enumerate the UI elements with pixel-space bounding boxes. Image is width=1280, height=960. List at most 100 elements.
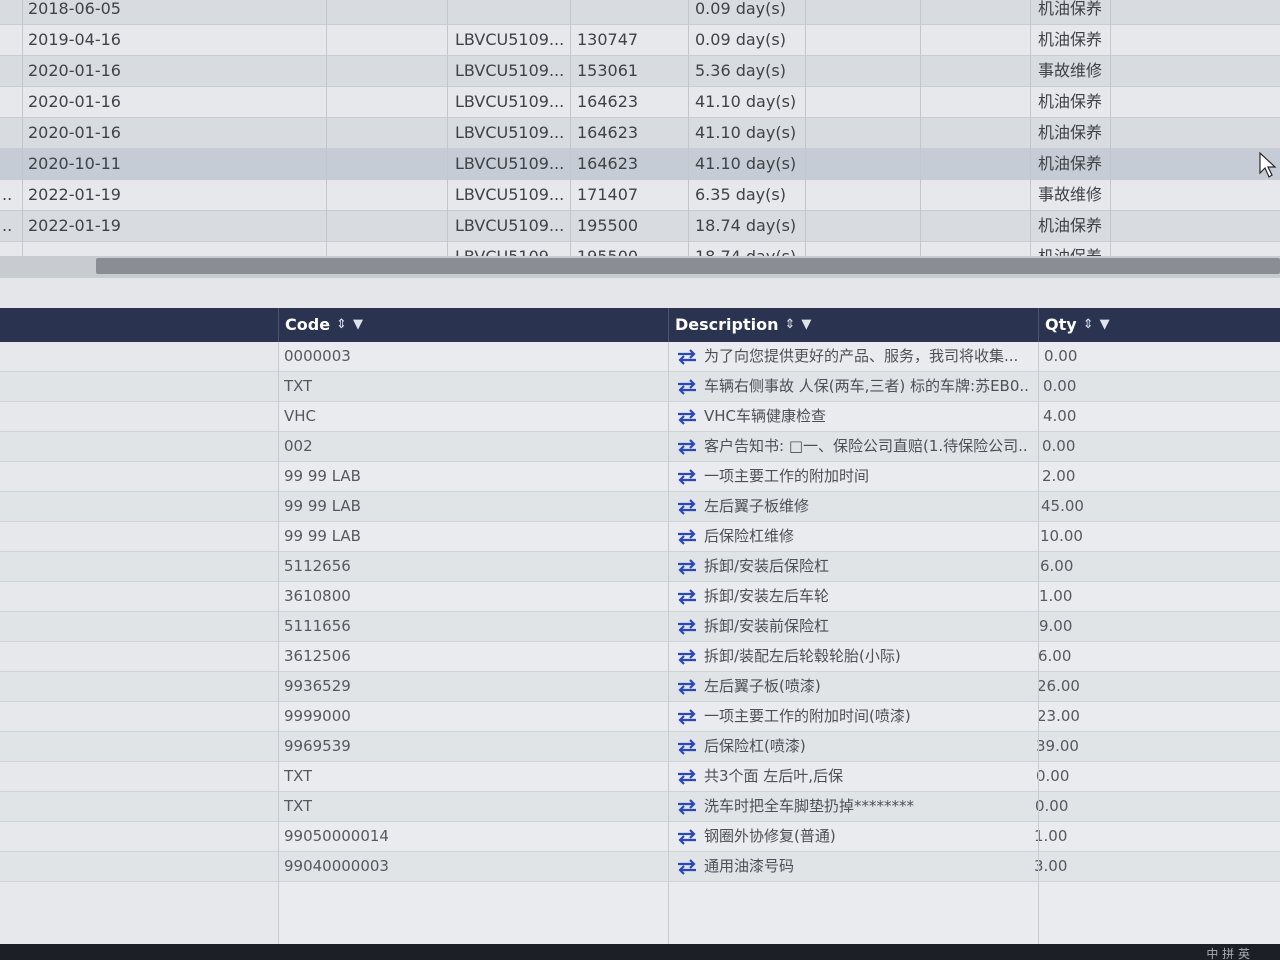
swap-arrows-icon[interactable] [676, 648, 698, 665]
filter-icon[interactable]: ▼ [353, 308, 363, 342]
table-row[interactable]: TXT 车辆右侧事故 人保(两车,三者) 标的车牌:苏EB0... 0.00 [0, 372, 1280, 402]
cell-date: 2020-01-16 [28, 92, 121, 111]
swap-arrows-icon[interactable] [676, 828, 698, 845]
swap-arrows-icon[interactable] [676, 708, 698, 725]
swap-arrows-icon[interactable] [676, 468, 698, 485]
table-row[interactable]: 2020-01-16 LBVCU5109... 164623 41.10 day(s)… [0, 87, 1280, 118]
cell-duration: 5.36 day(s) [695, 61, 786, 80]
table-row[interactable]: 002 客户告知书: □一、保险公司直赔(1.待保险公司... 0.00 [0, 432, 1280, 462]
cell-code: 9969539 [284, 737, 351, 755]
cell-date: 2022-01-19 [28, 185, 121, 204]
cell-description: 车辆右侧事故 人保(两车,三者) 标的车牌:苏EB0... [676, 372, 1028, 401]
input-method-indicator[interactable]: 中 拼 英 [1206, 945, 1250, 960]
cell-code: 9999000 [284, 707, 351, 725]
cell-description-text: 洗车时把全车脚垫扔掉******** [704, 797, 915, 815]
table-row[interactable]: 9999000 一项主要工作的附加时间(喷漆) 23.00 [0, 702, 1280, 732]
sort-icon[interactable]: ⇕ [1083, 308, 1094, 342]
cell-code: 002 [284, 437, 313, 455]
filter-icon[interactable]: ▼ [1100, 308, 1110, 342]
cell-description: 通用油漆号码 [676, 852, 1028, 881]
table-row[interactable]: TXT 洗车时把全车脚垫扔掉******** 0.00 [0, 792, 1280, 822]
swap-arrows-icon[interactable] [676, 618, 698, 635]
table-row[interactable]: 99050000014 钢圈外协修复(普通) 1.00 [0, 822, 1280, 852]
swap-arrows-icon[interactable] [676, 378, 698, 395]
table-row[interactable]: 0000003 为了向您提供更好的产品、服务，我司将收集... 0.00 [0, 342, 1280, 372]
column-header-code-label: Code [285, 315, 331, 334]
cell-truncated-prefix: .. [2, 216, 13, 235]
table-row[interactable]: 3610800 拆卸/安装左后车轮 1.00 [0, 582, 1280, 612]
table-row[interactable]: 2020-01-16 LBVCU5109... 153061 5.36 day(s) 事… [0, 56, 1280, 87]
panel-divider [0, 278, 1280, 308]
cell-description-text: 一项主要工作的附加时间(喷漆) [704, 707, 911, 725]
column-divider [1038, 342, 1039, 944]
cell-vin: LBVCU5109... [455, 123, 565, 142]
table-row[interactable]: 99 99 LAB 左后翼子板维修 45.00 [0, 492, 1280, 522]
table-row[interactable]: 99 99 LAB 后保险杠维修 10.00 [0, 522, 1280, 552]
cell-code: 99 99 LAB [284, 527, 361, 545]
column-divider [805, 0, 806, 262]
table-row[interactable]: 99040000003 通用油漆号码 3.00 [0, 852, 1280, 882]
table-row[interactable]: .. 2022-01-19 LBVCU5109... 171407 6.35 day(s… [0, 180, 1280, 211]
table-row[interactable]: 99 99 LAB 一项主要工作的附加时间 2.00 [0, 462, 1280, 492]
table-row[interactable]: 3612506 拆卸/装配左后轮毂轮胎(小际) 6.00 [0, 642, 1280, 672]
table-row[interactable]: 9969539 后保险杠(喷漆) 39.00 [0, 732, 1280, 762]
swap-arrows-icon[interactable] [676, 558, 698, 575]
cell-qty: 23.00 [1037, 707, 1080, 725]
table-row[interactable]: 2019-04-16 LBVCU5109... 130747 0.09 day(s) 机… [0, 25, 1280, 56]
column-header-code[interactable]: Code ⇕ ▼ [278, 308, 668, 342]
filter-icon[interactable]: ▼ [801, 308, 811, 342]
cell-qty: 6.00 [1038, 647, 1072, 665]
swap-arrows-icon[interactable] [676, 348, 698, 365]
cell-description: VHC车辆健康检查 [676, 402, 1028, 431]
swap-arrows-icon[interactable] [676, 408, 698, 425]
cell-mileage: 171407 [577, 185, 639, 204]
cell-description: 钢圈外协修复(普通) [676, 822, 1028, 851]
table-row[interactable]: TXT 共3个面 左后叶,后保 0.00 [0, 762, 1280, 792]
table-row[interactable]: 5112656 拆卸/安装后保险杠 6.00 [0, 552, 1280, 582]
table-row[interactable]: 2020-01-16 LBVCU5109... 164623 41.10 day(s)… [0, 118, 1280, 149]
horizontal-scrollbar-thumb[interactable] [96, 258, 1280, 274]
cell-description-text: 共3个面 左后叶,后保 [704, 767, 844, 785]
swap-arrows-icon[interactable] [676, 798, 698, 815]
cell-description: 拆卸/安装前保险杠 [676, 612, 1028, 641]
cell-qty: 2.00 [1042, 467, 1076, 485]
cell-code: 99050000014 [284, 827, 389, 845]
swap-arrows-icon[interactable] [676, 588, 698, 605]
cell-service-type: 机油保养 [1038, 92, 1103, 111]
cell-vin: LBVCU5109... [455, 154, 565, 173]
cell-qty: 6.00 [1040, 557, 1074, 575]
column-header-qty[interactable]: Qty ⇕ ▼ [1038, 308, 1280, 342]
cell-vin: LBVCU5109... [455, 216, 565, 235]
swap-arrows-icon[interactable] [676, 738, 698, 755]
job-lines-grid: Code ⇕ ▼ Description ⇕ ▼ Qty ⇕ ▼ 0000003… [0, 308, 1280, 944]
cell-qty: 26.00 [1037, 677, 1080, 695]
swap-arrows-icon[interactable] [676, 438, 698, 455]
column-divider [920, 0, 921, 262]
column-divider [22, 0, 23, 262]
cell-date: 2022-01-19 [28, 216, 121, 235]
cell-description-text: 拆卸/安装前保险杠 [704, 617, 830, 635]
cell-description-text: 后保险杠维修 [704, 527, 795, 545]
swap-arrows-icon[interactable] [676, 768, 698, 785]
table-row[interactable]: 2018-06-05 0.09 day(s) 机油保养 [0, 0, 1280, 25]
column-header-qty-label: Qty [1045, 315, 1077, 334]
swap-arrows-icon[interactable] [676, 528, 698, 545]
cell-mileage: 164623 [577, 123, 639, 142]
table-row[interactable]: 2020-10-11 LBVCU5109... 164623 41.10 day(s)… [0, 149, 1280, 180]
swap-arrows-icon[interactable] [676, 858, 698, 875]
swap-arrows-icon[interactable] [676, 498, 698, 515]
cell-code: 3612506 [284, 647, 351, 665]
cell-service-type: 机油保养 [1038, 123, 1103, 142]
table-row[interactable]: 9936529 左后翼子板(喷漆) 26.00 [0, 672, 1280, 702]
sort-icon[interactable]: ⇕ [784, 308, 795, 342]
grid-header: Code ⇕ ▼ Description ⇕ ▼ Qty ⇕ ▼ [0, 308, 1280, 342]
column-header-description[interactable]: Description ⇕ ▼ [668, 308, 1038, 342]
table-row[interactable]: .. 2022-01-19 LBVCU5109... 195500 18.74 day(… [0, 211, 1280, 242]
table-row[interactable]: 5111656 拆卸/安装前保险杠 9.00 [0, 612, 1280, 642]
cell-description: 左后翼子板维修 [676, 492, 1028, 521]
sort-icon[interactable]: ⇕ [336, 308, 347, 342]
table-row[interactable]: VHC VHC车辆健康检查 4.00 [0, 402, 1280, 432]
swap-arrows-icon[interactable] [676, 678, 698, 695]
cell-code: TXT [284, 767, 313, 785]
cell-code: 9936529 [284, 677, 351, 695]
